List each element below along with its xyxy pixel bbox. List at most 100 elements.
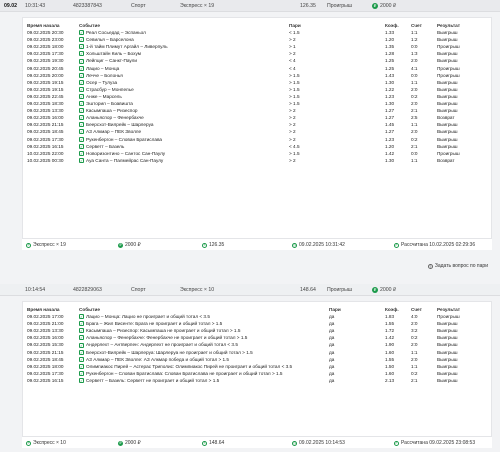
event-cell: ✓ Эшторил – Боавишта — [79, 100, 289, 107]
row-result: Проигрыш — [437, 44, 460, 50]
row-bet: да — [329, 328, 335, 334]
row-start-time: 09.02.2025 15:30 — [27, 342, 64, 348]
row-result: Выигрыш — [437, 37, 458, 43]
bet2-header[interactable]: 10:14:54 4822829063 Спорт Экспресс × 10 … — [0, 284, 500, 296]
row-bet: > 1.5 — [289, 72, 300, 78]
check-icon: ✓ — [79, 122, 84, 128]
event-name: Рукенбергон – Слован Братислава — [86, 136, 163, 142]
row-score: 2:0 — [411, 58, 418, 64]
row-start-time: 09.02.2025 16:00 — [27, 335, 64, 341]
row-score: 2:0 — [411, 129, 418, 135]
bet1-footer-settled-value: Рассчитана 10.02.2025 02:29:36 — [401, 242, 476, 248]
bet1-footer-settled: ✓ Рассчитана 10.02.2025 02:29:36 — [394, 242, 475, 248]
event-name: Ауа Санта – Палмейрас Сан-Паулу — [86, 157, 164, 163]
row-bet: да — [329, 349, 335, 355]
event-name: Страсбур – Монпелье — [86, 86, 134, 92]
bet1-stake-value: 2000 ₽ — [380, 2, 397, 9]
row-start-time: 10.02.2025 00:30 — [27, 157, 64, 163]
bet1-type: Экспресс × 19 — [180, 2, 215, 9]
coin-icon: ₽ — [372, 286, 378, 293]
bet1-footer-placed-value: 09.02.2025 10:31:42 — [299, 242, 345, 248]
event-cell: ✓ Реал Сосьедад – Эспаньол — [79, 29, 289, 36]
event-cell: ✓ Хольштайн Киль – Бохум — [79, 50, 289, 57]
bet2-footer: » Экспресс × 10 ₽2000 ₽ × 148.64 ◷ 09.02.20… — [22, 436, 492, 448]
check-icon: ✓ — [79, 328, 84, 334]
row-event: ✓ АЗ Алкмар – ПЕК Зволле: АЗ Алкмар побед… — [79, 356, 329, 363]
row-score: 4:0 — [411, 314, 418, 320]
row-event: ✓ Брага – Жил Висенте: Брага не проиграет… — [79, 320, 329, 327]
row-score: 0:0 — [411, 44, 418, 50]
check-icon: ✓ — [79, 58, 84, 64]
bet1-time: 10:31:43 — [25, 2, 46, 9]
row-result: Выигрыш — [437, 321, 458, 327]
col-event: Событие — [79, 307, 100, 312]
row-score: 2:1 — [411, 108, 418, 114]
clock-icon: ◷ — [292, 242, 297, 248]
bet1-footer-type: » Экспресс × 19 — [26, 242, 66, 248]
bet2-type: Экспресс × 10 — [180, 286, 215, 293]
event-name: Севилья – Барселона — [86, 37, 134, 43]
row-event: ✓ Хольштайн Киль – Бохум — [79, 50, 289, 57]
table-row: 10.02.2025 22:00 ✓ Новоризонтино – Сантос … — [23, 150, 493, 157]
bet2-table: Время начала Событие Пари Коэф. Счет Рез… — [23, 306, 493, 384]
event-cell: ✓ Олимпиакос Пирей – Астерас Триполис: Ол… — [79, 363, 329, 370]
express-icon: » — [26, 242, 31, 248]
table-row: 09.02.2025 19:15 ✓ Осер – Тулуза > 1.5 1.30 1… — [23, 79, 493, 86]
row-score: 2:5 — [411, 115, 418, 121]
row-start-time: 09.02.2025 16:15 — [27, 377, 64, 383]
event-name: Лацио – Монца — [86, 65, 120, 71]
event-name: Серветт – Базель — [86, 143, 125, 149]
row-coef: 1.30 — [385, 79, 395, 85]
col-start-time: Время начала — [27, 23, 60, 28]
event-cell: ✓ Серветт – Базель — [79, 143, 289, 150]
row-event: ✓ Рукенбергон – Слован Братислава: Слован… — [79, 370, 329, 377]
bet2-card: Время начала Событие Пари Коэф. Счет Рез… — [22, 301, 492, 437]
col-result: Результат — [437, 23, 461, 28]
row-score: 1:1 — [411, 122, 418, 128]
bet2-footer-stake: ₽2000 ₽ — [118, 440, 141, 446]
check-icon: ✓ — [79, 72, 84, 78]
row-coef: 1.23 — [385, 93, 395, 99]
bet2-footer-type-label: Экспресс × 10 — [33, 440, 66, 446]
row-score: 2:0 — [411, 86, 418, 92]
bet2-footer-settled-value: Рассчитана 09.02.2025 23:08:53 — [401, 440, 476, 446]
row-score: 2:1 — [411, 143, 418, 149]
bet1-header[interactable]: 09.02 10:31:43 4823387843 Спорт Экспресс… — [0, 0, 500, 12]
row-bet: > 1.5 — [289, 86, 300, 92]
check-icon: ✓ — [394, 242, 399, 248]
row-start-time: 09.02.2025 18:45 — [27, 129, 64, 135]
row-event: ✓ АЗ Алкмар – ПЕК Зволле — [79, 128, 289, 135]
check-icon: ✓ — [79, 86, 84, 92]
row-coef: 1.42 — [385, 335, 395, 341]
row-result: Выигрыш — [437, 136, 458, 142]
row-event: ✓ Беерсхот-Вилрейк – Шарлеруа: Шарлеруа н… — [79, 349, 329, 356]
table-row: 09.02.2025 23:00 ✓ Севилья – Барселона > 21… — [23, 36, 493, 43]
row-score: 0:0 — [411, 72, 418, 78]
bet1-status: Проигрыш — [327, 2, 353, 9]
ask-question-link[interactable]: ? Задать вопрос по пари — [427, 263, 488, 269]
row-bet: > 2 — [289, 51, 296, 57]
row-start-time: 09.02.2025 17:00 — [27, 314, 64, 320]
row-result: Выигрыш — [437, 363, 458, 369]
col-coef: Коэф. — [385, 307, 399, 312]
row-start-time: 09.02.2025 18:45 — [27, 356, 64, 362]
event-name: Касымпаша – Ризеспор: Касымпаша не проиг… — [86, 328, 241, 334]
row-bet: > 2 — [289, 129, 296, 135]
row-bet: да — [329, 314, 335, 320]
row-start-time: 09.02.2025 17:30 — [27, 370, 64, 376]
row-event: ✓ Севилья – Барселона — [79, 36, 289, 43]
row-score: 1:1 — [411, 363, 418, 369]
event-cell: ✓ Беерсхот-Вилрейк – Шарлеруа — [79, 121, 289, 128]
table-row: 09.02.2025 18:45 ✓ АЗ Алкмар – ПЕК Зволле:… — [23, 356, 493, 363]
row-score: 0:0 — [411, 150, 418, 156]
bet1-table-header: Время начала Событие Пари Коэф. Счет Рез… — [23, 22, 493, 29]
row-score: 1:1 — [411, 30, 418, 36]
row-result: Выигрыш — [437, 58, 458, 64]
event-cell: ✓ Лейпциг – Санкт-Паули — [79, 57, 289, 64]
event-cell: ✓ Лацио – Монца — [79, 65, 289, 72]
row-coef: 1.45 — [385, 122, 395, 128]
table-row: 09.02.2025 16:00 ✓ Аланьяспор – Фенербахче… — [23, 334, 493, 341]
row-result: Выигрыш — [437, 328, 458, 334]
table-row: 09.02.2025 20:30 ✓ Реал Сосьедад – Эспаньо… — [23, 29, 493, 36]
row-result: Выигрыш — [437, 342, 458, 348]
